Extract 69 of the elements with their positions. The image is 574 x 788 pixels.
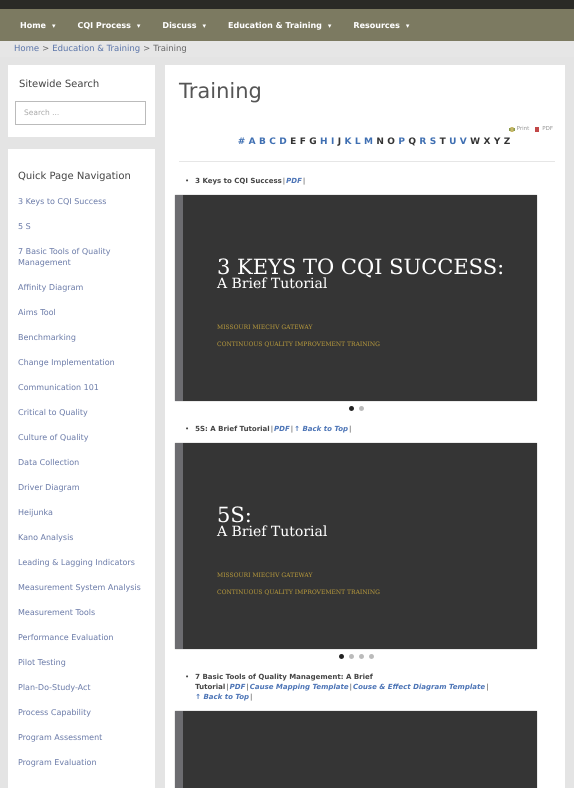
slide-dot[interactable] <box>338 654 344 658</box>
navigation-link[interactable]: 7 Basic Tools of Quality Management <box>18 246 144 268</box>
navigation-link[interactable]: Measurement System Analysis <box>18 582 144 592</box>
navigation-link[interactable]: Measurement Tools <box>18 606 144 618</box>
panel-heading: Quick Page Navigation <box>18 170 132 182</box>
letter: Z <box>504 137 510 147</box>
navigation-link[interactable]: 5 S <box>18 220 144 232</box>
slide-dot[interactable] <box>358 654 364 658</box>
navigation-link[interactable]: Performance Evaluation <box>18 632 144 642</box>
navigation-link[interactable]: Benchmarking <box>18 332 144 342</box>
page-title: Training <box>179 79 263 103</box>
navigation-link[interactable]: Heijunka <box>18 506 144 518</box>
letter: Q <box>408 137 416 147</box>
letter: N <box>376 137 384 147</box>
letter-link[interactable]: C <box>269 137 276 147</box>
navigation-link[interactable]: Process Capability <box>18 706 144 718</box>
letter: J <box>338 137 342 147</box>
letter-link[interactable]: D <box>279 137 287 147</box>
slide-dot[interactable] <box>348 406 354 410</box>
slide-subtitle: A Brief Tutorial <box>217 527 328 537</box>
letter: Y <box>494 137 500 147</box>
letter-link[interactable]: B <box>259 137 266 147</box>
slide-dot[interactable] <box>348 654 354 658</box>
navigation-link[interactable]: Data Collection <box>18 456 144 468</box>
letter-link[interactable]: S <box>430 137 436 147</box>
letter-link[interactable]: I <box>330 137 334 147</box>
navigation-link[interactable]: Affinity Diagram <box>18 282 144 292</box>
letter-link[interactable]: M <box>364 137 373 147</box>
navigation-link[interactable]: 3 Keys to CQI Success <box>18 196 144 206</box>
navigation-link[interactable]: Critical to Quality <box>18 406 144 418</box>
slide-subtitle: A Brief Tutorial <box>217 279 328 289</box>
letter-link[interactable]: K <box>344 137 352 147</box>
breadcrumb-link[interactable]: Home <box>14 44 40 54</box>
letter: O <box>387 137 395 147</box>
breadcrumb-separator: > <box>143 44 150 54</box>
navigation-link[interactable]: Driver Diagram <box>18 482 144 492</box>
letter-link[interactable]: U <box>449 137 456 147</box>
slide-title: 5S: <box>217 503 252 527</box>
navigation-link[interactable]: Communication 101 <box>18 382 144 392</box>
slide-dot[interactable] <box>368 654 374 658</box>
navigation-link[interactable]: Program Evaluation <box>18 756 144 768</box>
letter-link[interactable]: A <box>248 137 256 147</box>
panel-heading: Sitewide Search <box>19 79 100 90</box>
breadcrumb-separator: > <box>42 44 50 54</box>
breadcrumb-link[interactable]: Education & Training <box>52 44 140 54</box>
letter: G <box>309 137 317 147</box>
letter: T <box>440 137 446 147</box>
letter: X <box>483 137 490 147</box>
navigation-link[interactable]: Pilot Testing <box>18 656 144 668</box>
navigation-link[interactable]: Plan-Do-Study-Act <box>18 682 144 692</box>
letter: F <box>300 137 306 147</box>
letter-link[interactable]: L <box>354 137 361 147</box>
letter: W <box>470 137 480 147</box>
breadcrumb-current: Training <box>153 44 187 54</box>
document-icon[interactable] <box>534 126 540 132</box>
navigation-link[interactable]: Change Implementation <box>18 356 144 368</box>
letter: E <box>290 137 296 147</box>
letter-link[interactable]: V <box>460 137 467 147</box>
letter-link[interactable]: # <box>238 137 246 147</box>
letter-link[interactable]: R <box>419 137 426 147</box>
navigation-link[interactable]: Leading & Lagging Indicators <box>18 556 144 568</box>
navigation-link[interactable]: Program Assessment <box>18 732 144 742</box>
slide-dot[interactable] <box>358 406 364 410</box>
printer-icon[interactable] <box>508 126 515 132</box>
navigation-link[interactable]: Kano Analysis <box>18 532 144 542</box>
letter-link[interactable]: P <box>398 137 405 147</box>
navigation-link[interactable]: Aims Tool <box>18 306 144 318</box>
navigation-link[interactable]: Culture of Quality <box>18 432 144 442</box>
letter-link[interactable]: H <box>320 137 328 147</box>
